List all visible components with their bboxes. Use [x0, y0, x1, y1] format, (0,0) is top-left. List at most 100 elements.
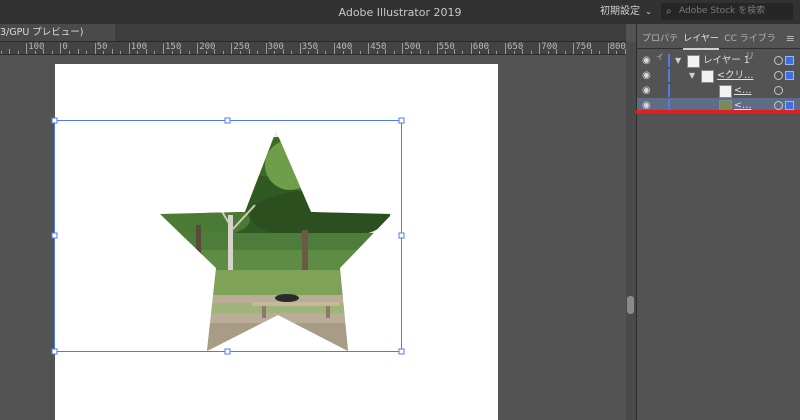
ruler-tick	[505, 43, 506, 54]
search-icon: ⌕	[666, 6, 672, 17]
ruler-minor-tick	[239, 51, 241, 54]
ruler-label: 200	[199, 42, 216, 52]
ruler-label: 550	[438, 42, 455, 52]
ruler-minor-tick	[154, 51, 156, 54]
layer-row[interactable]: ◉ <…	[637, 83, 800, 98]
eye-icon[interactable]: ◉	[642, 68, 651, 83]
layer-thumbnail	[701, 70, 714, 83]
ruler-tick	[265, 43, 267, 54]
ruler-tick	[334, 43, 335, 54]
ruler-tick	[231, 43, 233, 54]
ruler-minor-tick	[145, 49, 147, 54]
ruler-label: 750	[575, 42, 592, 52]
ruler-minor-tick	[257, 51, 259, 54]
ruler-minor-tick	[616, 51, 618, 54]
ruler-minor-tick	[351, 49, 353, 54]
ruler-minor-tick	[453, 49, 455, 54]
layer-row[interactable]: ◉ ▼ レイヤー 1	[637, 53, 800, 68]
ruler-label: 350	[301, 42, 319, 52]
ruler-minor-tick	[599, 51, 601, 54]
ruler-minor-tick	[137, 51, 139, 54]
ruler-minor-tick	[316, 49, 318, 54]
ruler-minor-tick	[308, 51, 310, 54]
selection-indicator[interactable]	[785, 101, 794, 110]
chevron-down-icon[interactable]: ▼	[675, 53, 681, 68]
ruler-tick	[26, 43, 28, 54]
ruler-tick	[436, 43, 438, 54]
chevron-down-icon: ⌄	[645, 7, 652, 16]
ruler-minor-tick	[376, 51, 378, 54]
ruler-label: 450	[370, 42, 387, 52]
target-icon[interactable]	[774, 56, 783, 65]
ruler-minor-tick	[581, 51, 583, 54]
ruler-minor-tick	[522, 49, 524, 54]
ruler-minor-tick	[410, 51, 412, 54]
ruler-minor-tick	[214, 49, 216, 54]
ruler-minor-tick	[180, 49, 182, 54]
ruler-minor-tick	[282, 49, 284, 54]
selection-indicator[interactable]	[785, 71, 794, 80]
ruler-minor-tick	[103, 51, 105, 54]
ruler-tick	[470, 43, 472, 54]
ruler-tick	[402, 43, 404, 54]
target-icon[interactable]	[774, 71, 783, 80]
eye-icon[interactable]: ◉	[642, 53, 651, 68]
ruler-label: 700	[541, 42, 558, 52]
horizontal-ruler[interactable]: 0100050100150200250300350400450500550600…	[0, 42, 626, 55]
ruler-minor-tick	[393, 51, 395, 54]
eye-icon[interactable]: ◉	[642, 83, 651, 98]
target-icon[interactable]	[774, 101, 783, 110]
canvas[interactable]	[0, 55, 626, 420]
ruler-minor-tick	[111, 49, 113, 54]
ruler-minor-tick	[419, 49, 421, 54]
panel-menu-icon[interactable]: ≡	[786, 30, 795, 48]
scroll-thumb[interactable]	[627, 296, 634, 314]
ruler-minor-tick	[342, 51, 344, 54]
ruler-label: 600	[472, 42, 490, 52]
ruler-label: 0	[62, 42, 68, 52]
ruler-minor-tick	[34, 51, 36, 54]
ruler-label: 100	[28, 42, 45, 52]
ruler-minor-tick	[428, 51, 430, 54]
ruler-minor-tick	[556, 49, 558, 54]
ruler-tick	[299, 43, 301, 54]
document-tab[interactable]: 3/GPU プレビュー)	[0, 24, 115, 41]
ruler-minor-tick	[86, 51, 88, 54]
ruler-tick	[94, 43, 96, 54]
layer-thumbnail	[719, 85, 732, 98]
chevron-down-icon[interactable]: ▼	[689, 68, 695, 83]
layer-name: <…	[734, 85, 752, 96]
ruler-minor-tick	[222, 51, 224, 54]
ruler-minor-tick	[248, 49, 250, 54]
ruler-minor-tick	[51, 51, 53, 54]
ruler-label: 50	[96, 42, 108, 52]
ruler-minor-tick	[291, 51, 293, 54]
document-tab-bar: 3/GPU プレビュー)	[0, 24, 626, 42]
ruler-minor-tick	[487, 49, 489, 54]
layer-color-bar	[668, 69, 670, 82]
vertical-scrollbar[interactable]	[626, 42, 636, 420]
ruler-tick	[163, 43, 164, 54]
ruler-label: 100	[130, 42, 148, 52]
layers-panel: プロパティ レイヤー CC ライブラリ ≡ ◉ ▼ レイヤー 1 ◉ ▼ <クリ…	[636, 24, 800, 420]
title-bar: Adobe Illustrator 2019 初期設定 ⌄ ⌕ Adobe St…	[0, 0, 800, 24]
star-clipped-photo[interactable]	[150, 125, 400, 355]
tab-properties[interactable]: プロパティ	[639, 30, 681, 62]
target-icon[interactable]	[774, 86, 783, 95]
layer-color-bar	[668, 54, 670, 67]
workspace-switcher[interactable]: 初期設定 ⌄	[600, 3, 652, 20]
search-placeholder: Adobe Stock を検索	[679, 6, 766, 16]
tab-cc-libraries[interactable]: CC ライブラリ	[723, 30, 777, 62]
ruler-minor-tick	[547, 51, 549, 54]
ruler-minor-tick	[274, 51, 276, 54]
tab-layers[interactable]: レイヤー	[683, 30, 719, 50]
ruler-minor-tick	[0, 51, 2, 54]
ruler-label: 250	[233, 42, 250, 52]
layer-row[interactable]: ◉ ▼ <クリ…	[637, 68, 800, 83]
selection-indicator[interactable]	[785, 56, 794, 65]
ruler-minor-tick	[43, 49, 45, 54]
ruler-minor-tick	[479, 51, 481, 54]
ruler-minor-tick	[205, 51, 207, 54]
ruler-tick	[128, 43, 130, 54]
stock-search-input[interactable]: ⌕ Adobe Stock を検索	[661, 3, 793, 20]
